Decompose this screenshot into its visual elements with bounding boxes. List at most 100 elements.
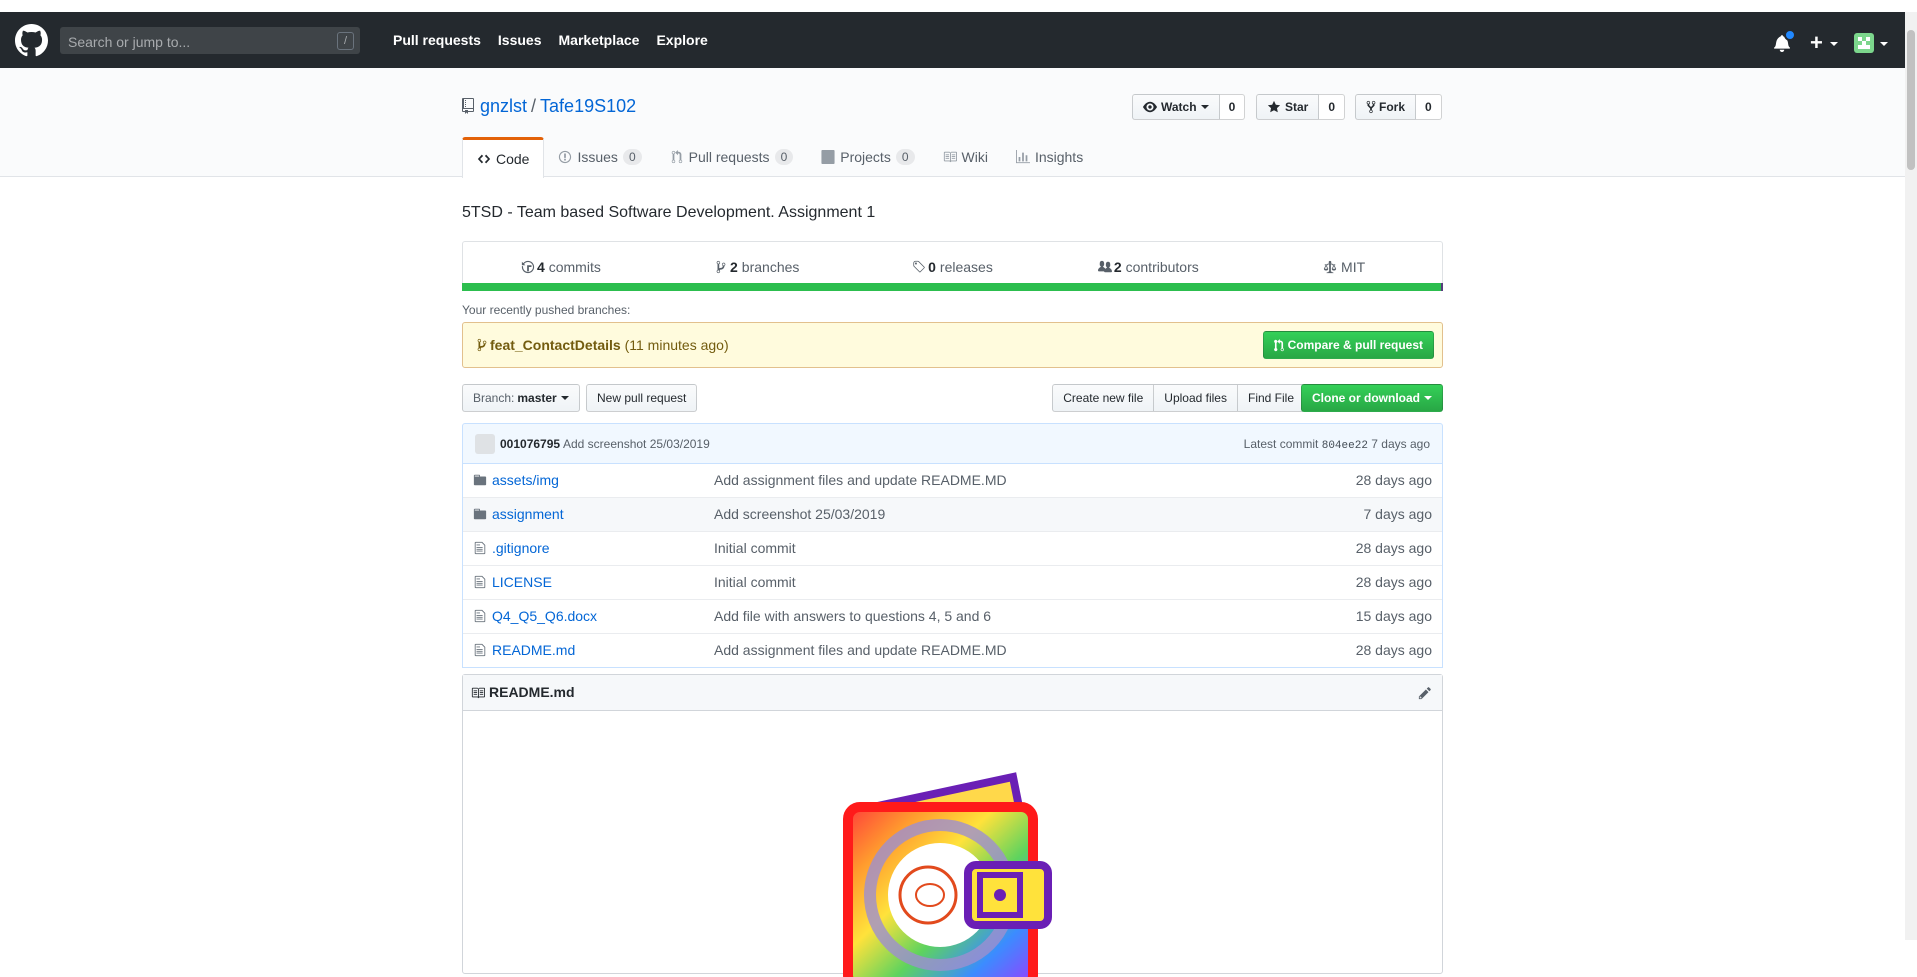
- fork-button[interactable]: Fork: [1355, 94, 1417, 120]
- repo-name-link[interactable]: Tafe19S102: [540, 96, 636, 116]
- file-commit-message[interactable]: Add assignment files and update README.M…: [714, 472, 1007, 488]
- nav-pull-requests[interactable]: Pull requests: [393, 32, 481, 48]
- file-name-link[interactable]: assignment: [492, 506, 564, 522]
- file-age: 28 days ago: [1355, 574, 1432, 590]
- find-file-button[interactable]: Find File: [1236, 384, 1305, 412]
- avatar[interactable]: [1854, 33, 1874, 53]
- repo-description: 5TSD - Team based Software Development. …: [462, 204, 876, 221]
- star-label: Star: [1285, 100, 1309, 114]
- search-input[interactable]: [60, 27, 330, 56]
- file-commit-message[interactable]: Add screenshot 25/03/2019: [714, 506, 885, 522]
- avatar-caret-icon[interactable]: [1880, 42, 1888, 46]
- global-header: / Pull requests Issues Marketplace Explo…: [0, 12, 1905, 68]
- tab-pull-requests[interactable]: Pull requests 0: [656, 137, 808, 176]
- clone-download-label: Clone or download: [1312, 391, 1420, 405]
- commit-sha[interactable]: 804ee22: [1322, 440, 1368, 452]
- file-commit-message[interactable]: Initial commit: [714, 540, 796, 556]
- file-name-link[interactable]: assets/img: [492, 472, 559, 488]
- file-commit-message[interactable]: Add file with answers to questions 4, 5 …: [714, 608, 991, 624]
- branch-select-label: Branch:: [473, 391, 515, 405]
- file-row: README.md Add assignment files and updat…: [463, 633, 1442, 667]
- notification-dot: [1784, 29, 1796, 41]
- file-name-link[interactable]: LICENSE: [492, 574, 552, 590]
- star-count[interactable]: 0: [1319, 94, 1346, 120]
- latest-commit-bar: 001076795 Add screenshot 25/03/2019 Late…: [462, 423, 1443, 464]
- pull-request-icon: [1273, 338, 1284, 351]
- file-age: 15 days ago: [1355, 608, 1432, 624]
- folder-icon: [473, 474, 487, 486]
- releases-label: releases: [939, 258, 993, 275]
- watch-count[interactable]: 0: [1219, 94, 1246, 120]
- file-row: assignment Add screenshot 25/03/2019 7 d…: [463, 497, 1442, 531]
- new-pull-request-button[interactable]: New pull request: [586, 384, 698, 412]
- tab-projects-count: 0: [895, 148, 915, 165]
- tab-issues[interactable]: Issues 0: [544, 137, 655, 176]
- contributors-count: 2: [1113, 258, 1122, 275]
- tab-insights[interactable]: Insights: [1002, 137, 1097, 176]
- watch-group: Watch 0: [1132, 94, 1246, 120]
- file-name-link[interactable]: README.md: [492, 642, 575, 658]
- compare-pull-request-button[interactable]: Compare & pull request: [1262, 331, 1434, 359]
- compare-pull-request-label: Compare & pull request: [1287, 338, 1423, 352]
- commit-author-avatar[interactable]: [475, 434, 495, 454]
- graph-icon: [1015, 149, 1030, 163]
- commit-message[interactable]: Add screenshot 25/03/2019: [563, 437, 710, 451]
- file-name-link[interactable]: .gitignore: [492, 540, 550, 556]
- star-icon: [1267, 100, 1281, 113]
- create-caret-icon[interactable]: [1830, 42, 1838, 46]
- page-scrollbar[interactable]: [1905, 12, 1917, 940]
- license-label: MIT: [1341, 258, 1366, 275]
- watch-caret-icon: [1200, 105, 1209, 109]
- file-icon: [474, 643, 486, 657]
- issue-icon: [559, 150, 572, 163]
- fork-count[interactable]: 0: [1416, 94, 1442, 120]
- law-icon: [1323, 260, 1337, 273]
- file-commit-message[interactable]: Add assignment files and update README.M…: [714, 642, 1007, 658]
- commits-count: 4: [536, 258, 545, 275]
- watch-button[interactable]: Watch: [1132, 94, 1220, 120]
- create-new-file-button[interactable]: Create new file: [1052, 384, 1155, 412]
- releases-count: 0: [928, 258, 936, 275]
- tab-wiki-label: Wiki: [961, 148, 988, 165]
- file-list: assets/img Add assignment files and upda…: [462, 464, 1443, 668]
- recent-branch-time: (11 minutes ago): [624, 337, 729, 353]
- file-name-link[interactable]: Q4_Q5_Q6.docx: [492, 608, 597, 624]
- file-icon: [474, 541, 486, 555]
- nav-issues[interactable]: Issues: [498, 32, 542, 48]
- tab-pull-requests-label: Pull requests: [688, 148, 770, 165]
- scrollbar-thumb[interactable]: [1907, 30, 1915, 170]
- project-icon: [821, 149, 835, 164]
- file-commit-message[interactable]: Initial commit: [714, 574, 796, 590]
- recent-branch-name[interactable]: feat_ContactDetails: [490, 337, 621, 353]
- branch-icon: [716, 260, 726, 273]
- repo-owner-link[interactable]: gnzlst: [480, 96, 527, 116]
- tab-projects-label: Projects: [840, 148, 891, 165]
- nav-explore[interactable]: Explore: [656, 32, 707, 48]
- tab-wiki[interactable]: Wiki: [929, 137, 1002, 176]
- file-icon: [474, 575, 486, 589]
- star-button[interactable]: Star: [1256, 94, 1320, 120]
- clone-download-button[interactable]: Clone or download: [1301, 384, 1443, 412]
- nav-marketplace[interactable]: Marketplace: [559, 32, 640, 48]
- fork-label: Fork: [1379, 100, 1406, 114]
- github-logo-icon[interactable]: [15, 24, 48, 57]
- repo-title: gnzlst / Tafe19S102: [480, 96, 636, 117]
- tab-issues-count: 0: [622, 148, 642, 165]
- tab-code[interactable]: Code: [462, 137, 545, 178]
- branch-select-button[interactable]: Branch: master: [462, 384, 580, 412]
- commit-author[interactable]: 001076795: [500, 437, 560, 451]
- tab-projects[interactable]: Projects 0: [807, 137, 928, 176]
- readme-box: README.md: [462, 674, 1443, 977]
- upload-files-button[interactable]: Upload files: [1153, 384, 1238, 412]
- clone-caret-icon: [1424, 396, 1432, 400]
- history-icon: [521, 260, 535, 273]
- repo-tabs: Code Issues 0 Pull requests 0 Projects 0…: [462, 137, 1097, 178]
- branch-caret-icon: [560, 396, 569, 400]
- language-bar[interactable]: [462, 283, 1443, 291]
- file-age: 7 days ago: [1363, 506, 1433, 522]
- recent-branch: feat_ContactDetails (11 minutes ago): [477, 337, 729, 353]
- star-group: Star 0: [1256, 94, 1346, 120]
- create-new-icon[interactable]: +: [1810, 30, 1823, 56]
- search-shortcut-hint: /: [337, 32, 354, 50]
- pencil-icon[interactable]: [1418, 686, 1432, 700]
